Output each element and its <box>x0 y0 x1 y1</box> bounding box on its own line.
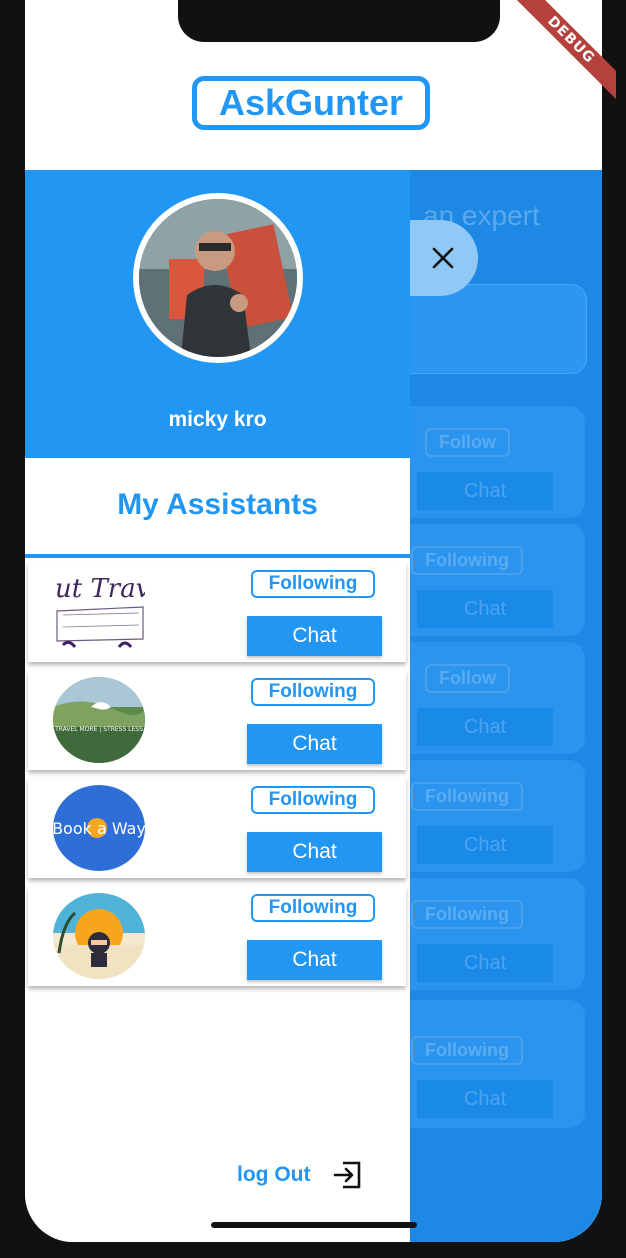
assistant-logo: TRAVEL MORE | STRESS LESS <box>53 677 145 763</box>
logout-label: log Out <box>237 1163 311 1186</box>
chat-button[interactable]: Chat <box>247 832 382 872</box>
background-card: Following Chat <box>395 878 585 990</box>
background-card: Follow Chat <box>395 406 585 518</box>
avatar-frame <box>133 193 303 363</box>
background-follow-button: Follow <box>425 664 510 693</box>
logout-icon <box>334 1161 361 1189</box>
my-assistants-heading: My Assistants <box>117 488 318 521</box>
logout-button[interactable]: log Out <box>237 1160 362 1190</box>
device-notch <box>178 0 500 42</box>
assistant-card[interactable]: Following Chat <box>28 886 406 986</box>
assistant-logo-text: ut Trav <box>55 574 145 604</box>
assistant-logo: ut Trav <box>53 569 145 655</box>
background-follow-button: Following <box>411 782 523 811</box>
avatar[interactable] <box>139 199 297 357</box>
background-chat-button: Chat <box>417 472 553 510</box>
background-card: Following Chat <box>395 524 585 636</box>
background-card: Following Chat <box>395 1000 585 1128</box>
user-name: micky kro <box>168 408 267 431</box>
assistant-card[interactable]: TRAVEL MORE | STRESS LESS Following Chat <box>28 670 406 770</box>
assistant-card[interactable]: ut Trav Following Chat <box>28 562 406 662</box>
assistant-card[interactable]: Book a Way Following Chat <box>28 778 406 878</box>
background-follow-button: Follow <box>425 428 510 457</box>
assistant-logo: Book a Way <box>53 785 145 871</box>
background-chat-button: Chat <box>417 944 553 982</box>
following-button[interactable]: Following <box>251 894 375 922</box>
debug-banner: DEBUG <box>496 0 616 120</box>
close-icon <box>432 247 454 269</box>
background-chat-button: Chat <box>417 708 553 746</box>
navigation-drawer: micky kro My Assistants ut Trav Followin… <box>25 170 410 1242</box>
drawer-header: micky kro <box>25 170 410 458</box>
following-button[interactable]: Following <box>251 786 375 814</box>
background-search-box <box>385 284 587 374</box>
following-button[interactable]: Following <box>251 570 375 598</box>
debug-label: DEBUG <box>510 0 616 101</box>
assistant-logo-text: TRAVEL MORE | STRESS LESS <box>54 726 143 733</box>
background-chat-button: Chat <box>417 590 553 628</box>
chat-button[interactable]: Chat <box>247 940 382 980</box>
app-logo-text: AskGunter <box>218 82 404 123</box>
assistant-logo-text: Book a Way <box>53 819 145 838</box>
chat-button[interactable]: Chat <box>247 724 382 764</box>
chat-button[interactable]: Chat <box>247 616 382 656</box>
following-button[interactable]: Following <box>251 678 375 706</box>
section-divider <box>25 554 410 558</box>
background-card: Following Chat <box>395 760 585 872</box>
assistant-logo <box>53 893 145 979</box>
phone-frame: AskGunter an expert Follow Chat Followin… <box>0 0 626 1258</box>
background-card: Follow Chat <box>395 642 585 754</box>
background-follow-button: Following <box>411 900 523 929</box>
app-logo: AskGunter <box>192 76 430 130</box>
screen: AskGunter an expert Follow Chat Followin… <box>25 0 602 1242</box>
background-follow-button: Following <box>411 1036 523 1065</box>
background-chat-button: Chat <box>417 826 553 864</box>
home-indicator <box>211 1222 417 1228</box>
background-chat-button: Chat <box>417 1080 553 1118</box>
background-follow-button: Following <box>411 546 523 575</box>
